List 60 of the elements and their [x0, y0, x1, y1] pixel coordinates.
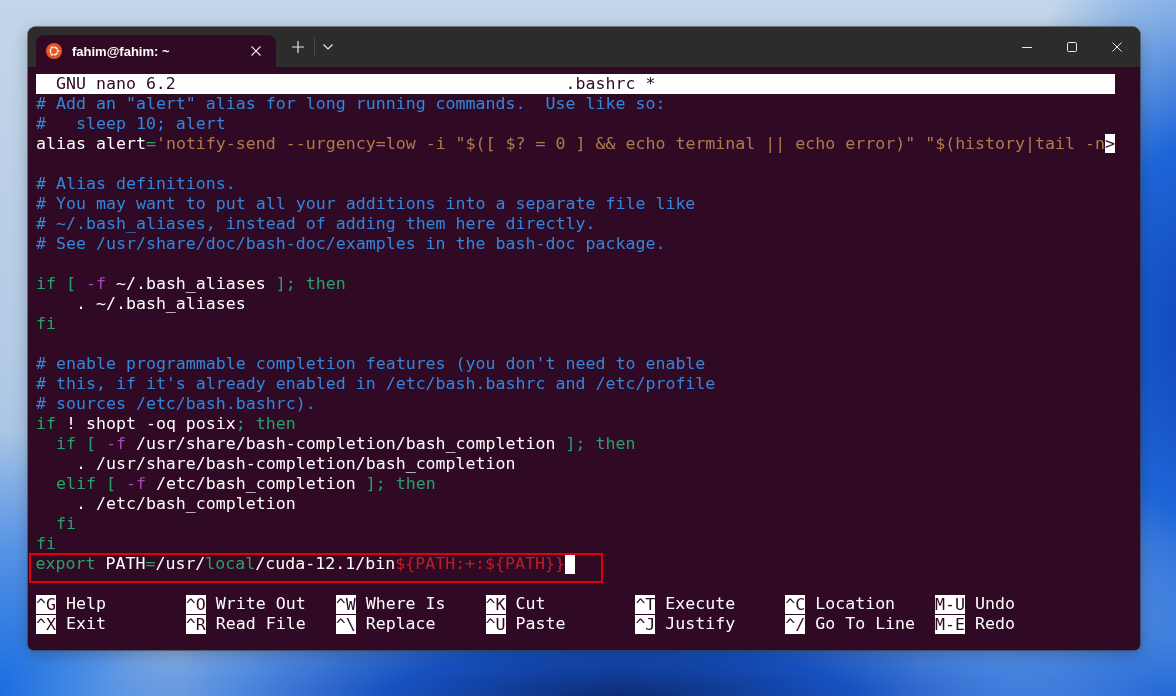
shortcut-key: ^\ — [335, 614, 356, 634]
chevron-down-icon — [323, 44, 333, 50]
shortcut-key: ^O — [185, 594, 206, 614]
shortcut-label: Replace — [365, 614, 436, 634]
code-line: elif [ -f /etc/bash_completion ]; then — [54, 475, 436, 493]
close-icon — [251, 46, 261, 56]
shortcut-label: Redo — [975, 614, 1015, 634]
shortcut-label: Justify — [665, 614, 736, 634]
shortcut-key: M-U — [935, 594, 966, 614]
shortcut-key: ^C — [785, 594, 806, 614]
shortcut-key: ^/ — [785, 614, 806, 634]
shortcut-label: Execute — [665, 594, 736, 614]
shortcut-label: Go To Line — [815, 614, 916, 634]
code-line: . ~/.bash_aliases — [74, 295, 246, 313]
shortcut-label: Cut — [515, 594, 546, 614]
minimize-icon — [1021, 46, 1032, 48]
close-icon — [1111, 42, 1122, 52]
shortcut-label: Write Out — [215, 594, 306, 614]
shortcut-label: Help — [65, 594, 106, 614]
shortcut-key: ^U — [485, 614, 506, 634]
code-line: . /usr/share/bash-completion/bash_completion — [74, 455, 516, 473]
file-name: .bashrc * — [565, 74, 656, 94]
maximize-icon — [1066, 42, 1077, 52]
code-line: # ~/.bash_aliases, instead of adding them here directly. — [36, 215, 596, 233]
code-line: alias alert='notify-send --urgency=low -i "$([ $? = 0 ] && echo terminal || echo error)" "$(history|tail -n> — [36, 135, 1115, 153]
code-line: # enable programmable completion features (you don't need to enable — [36, 355, 706, 373]
shortcut-label: Undo — [975, 594, 1015, 614]
editor-version: GNU nano 6.2 — [55, 74, 176, 94]
code-line: if [ -f ~/.bash_aliases ]; then — [36, 275, 346, 293]
shortcut-key: ^R — [185, 614, 206, 634]
code-line: # sources /etc/bash.bashrc). — [36, 395, 316, 413]
shortcut-key: ^G — [36, 594, 56, 614]
text-cursor-icon — [565, 555, 575, 574]
shortcut-key: ^T — [635, 594, 656, 614]
terminal-tab[interactable]: fahim@fahim: ~ — [36, 35, 276, 67]
plus-icon — [292, 41, 304, 53]
code-line: # sleep 10; alert — [36, 115, 226, 133]
code-line: # You may want to put all your additions into a separate file like — [36, 195, 696, 213]
shortcut-label: Where Is — [365, 594, 446, 614]
ubuntu-logo-icon — [46, 43, 62, 59]
code-line: # this, if it's already enabled in /etc/bash.bashrc and /etc/profile — [36, 375, 716, 393]
shortcut-key: M-E — [935, 614, 966, 634]
shortcut-key: ^J — [635, 614, 656, 634]
shortcut-key: ^K — [485, 594, 506, 614]
code-line: export PATH=/usr/local/cuda-12.1/bin${PATH:+:${PATH}} — [35, 555, 566, 573]
shortcut-label: Paste — [515, 614, 566, 634]
code-line: if [ -f /usr/share/bash-completion/bash_completion ]; then — [54, 435, 636, 453]
code-line: fi — [36, 535, 56, 553]
shortcut-key: ^X — [36, 614, 56, 634]
code-line: # Alias definitions. — [36, 175, 236, 193]
shortcut-label: Location — [815, 594, 896, 614]
code-line: # Add an "alert" alias for long running commands. Use like so: — [36, 95, 666, 113]
code-line: fi — [36, 315, 56, 333]
code-line: . /etc/bash_completion — [74, 495, 296, 513]
shortcut-key: ^W — [335, 594, 356, 614]
shortcut-label: Exit — [65, 614, 106, 634]
code-line: # See /usr/share/doc/bash-doc/examples in the bash-doc package. — [36, 235, 666, 253]
code-line: if ! shopt -oq posix; then — [36, 415, 296, 433]
code-line: fi — [54, 515, 76, 533]
shortcut-label: Read File — [215, 614, 306, 634]
